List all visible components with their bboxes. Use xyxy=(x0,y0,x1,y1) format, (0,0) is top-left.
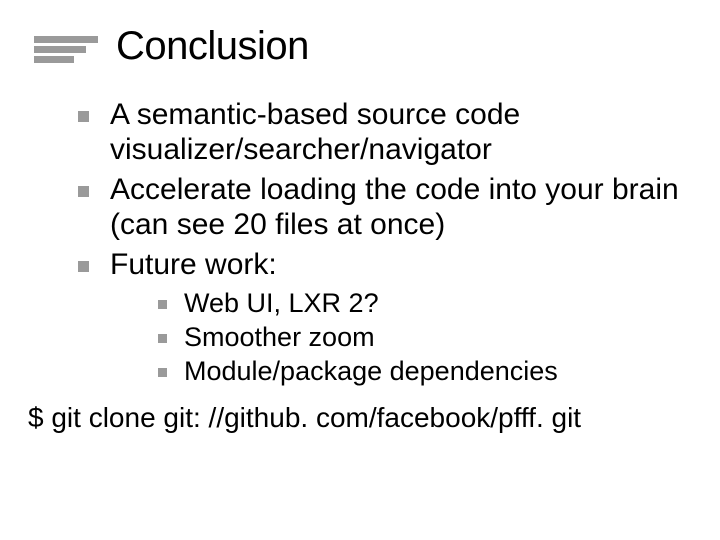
list-item: Accelerate loading the code into your br… xyxy=(74,172,690,243)
list-item: Web UI, LXR 2? xyxy=(154,288,690,320)
bullet-text: A semantic-based source code visualizer/… xyxy=(110,98,520,166)
bullet-text: Web UI, LXR 2? xyxy=(184,288,379,318)
list-item: Future work: Web UI, LXR 2? Smoother zoo… xyxy=(74,247,690,388)
bullet-text: Module/package dependencies xyxy=(184,356,558,386)
bullet-text: Smoother zoom xyxy=(184,322,375,352)
bullet-text: Accelerate loading the code into your br… xyxy=(110,173,679,241)
list-item: Smoother zoom xyxy=(154,322,690,354)
slide: Conclusion A semantic-based source code … xyxy=(0,0,720,540)
slide-title: Conclusion xyxy=(116,24,309,69)
bullet-list: A semantic-based source code visualizer/… xyxy=(74,97,690,388)
list-item: Module/package dependencies xyxy=(154,356,690,388)
command-line: $ git clone git: //github. com/facebook/… xyxy=(0,392,720,434)
sub-bullet-list: Web UI, LXR 2? Smoother zoom Module/pack… xyxy=(110,288,690,388)
title-row: Conclusion xyxy=(0,0,720,69)
title-decoration-icon xyxy=(34,36,98,63)
bullet-text: Future work: xyxy=(110,248,277,281)
slide-body: A semantic-based source code visualizer/… xyxy=(0,69,720,388)
list-item: A semantic-based source code visualizer/… xyxy=(74,97,690,168)
